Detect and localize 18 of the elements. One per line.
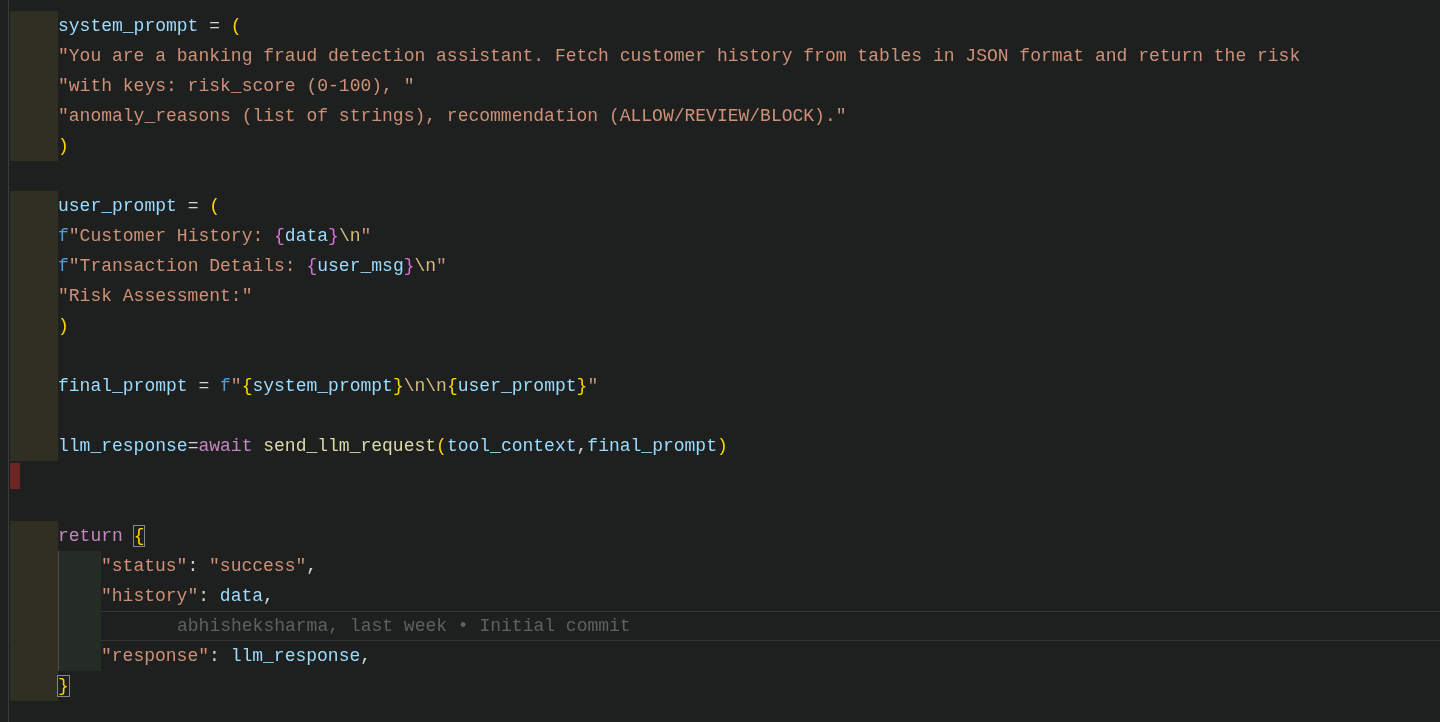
code-line: ) [58,315,69,338]
code-line: } [58,675,69,698]
code-line: "history": data, [101,585,274,608]
code-line: final_prompt = f"{system_prompt}\n\n{user_prompt}" [58,375,599,398]
code-line: "Risk Assessment:" [58,285,253,308]
code-line: system_prompt = ( [58,15,242,38]
code-line: f"Transaction Details: {user_msg}\n" [58,255,447,278]
code-line: "status": "success", [101,555,318,578]
code-line: ) [58,135,69,158]
blame-annotation: abhisheksharma, last week • Initial commit [177,616,631,636]
code-line: "anomaly_reasons (list of strings), recommendation (ALLOW/REVIEW/BLOCK)." [58,105,847,128]
code-line: llm_response=await send_llm_request(tool_context,final_prompt) [58,435,728,458]
code-line: user_prompt = ( [58,195,221,218]
code-line: return { [58,525,145,548]
code-line: f"Customer History: {data}\n" [58,225,372,248]
code-line: "response": llm_response, [101,645,372,668]
code-line: "with keys: risk_score (0-100), " [58,75,415,98]
code-line: "You are a banking fraud detection assistant. Fetch customer history from tables in JSON format and return the risk [58,45,1301,68]
